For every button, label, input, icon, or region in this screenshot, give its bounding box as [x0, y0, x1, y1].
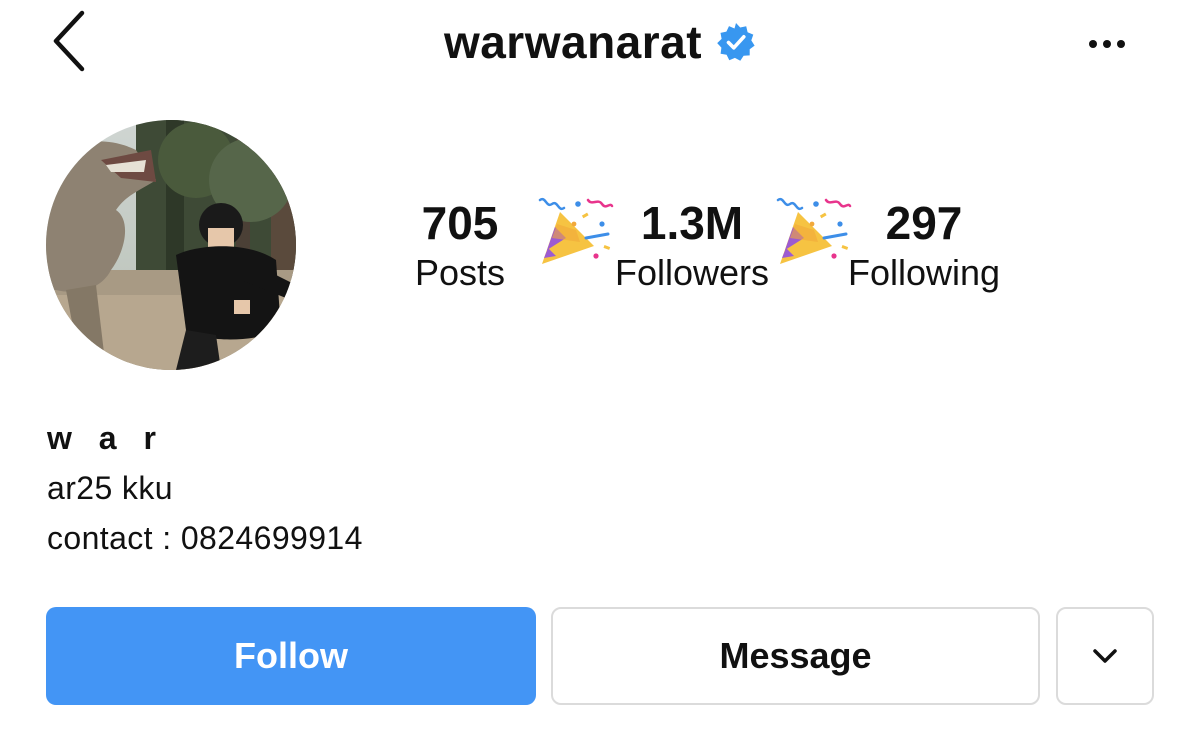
profile-header: warwanarat [0, 14, 1200, 70]
followers-stat[interactable]: 1.3M Followers [600, 196, 784, 296]
following-label: Following [847, 252, 1001, 293]
following-count: 297 [885, 197, 963, 249]
display-name: w a r [47, 420, 165, 456]
followers-count: 1.3M [640, 197, 744, 249]
bio-line: ar25 kku [47, 470, 173, 506]
more-dot [1117, 40, 1125, 48]
chevron-down-icon [1093, 649, 1117, 663]
following-stat[interactable]: 297 Following [834, 196, 1014, 296]
more-dot [1103, 40, 1111, 48]
more-horizontal-icon [1089, 40, 1097, 48]
username: warwanarat [443, 16, 703, 68]
more-options-button[interactable] [1074, 22, 1140, 66]
posts-count: 705 [421, 197, 499, 249]
verified-badge-icon [717, 23, 755, 61]
avatar[interactable] [46, 120, 296, 370]
followers-label: Followers [614, 252, 770, 293]
profile-photo [46, 120, 296, 370]
message-button[interactable]: Message [551, 607, 1040, 705]
suggested-accounts-button[interactable] [1056, 607, 1154, 705]
posts-stat[interactable]: 705 Posts [402, 196, 518, 296]
bio-line: contact : 0824699914 [47, 520, 363, 556]
follow-button[interactable]: Follow [46, 607, 536, 705]
posts-label: Posts [414, 252, 506, 293]
